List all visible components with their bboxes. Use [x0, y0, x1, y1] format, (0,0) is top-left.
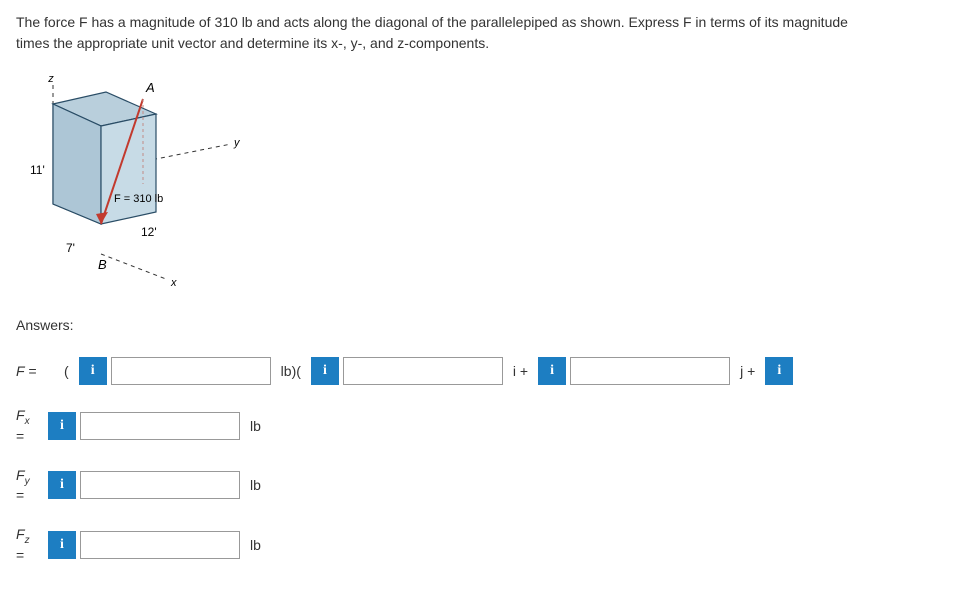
answers-heading: Answers:	[16, 317, 939, 333]
row-Fz: Fz = i lb	[16, 526, 939, 564]
width-label: 7'	[66, 241, 75, 255]
A-label: A	[145, 80, 155, 95]
info-icon[interactable]: i	[48, 412, 76, 440]
info-icon[interactable]: i	[538, 357, 566, 385]
input-Fx[interactable]	[80, 412, 240, 440]
diagram-svg: z y x A B 11' 7' 12' F = 310 lb	[16, 74, 246, 294]
z-axis-label: z	[47, 74, 54, 85]
problem-line2: times the appropriate unit vector and de…	[16, 35, 489, 51]
row-Fy: Fy = i lb	[16, 467, 939, 505]
info-icon[interactable]: i	[48, 531, 76, 559]
unit-lb: lb	[244, 477, 267, 493]
unit-lb: lb	[244, 537, 267, 553]
height-label: 11'	[30, 163, 45, 177]
problem-statement: The force F has a magnitude of 310 lb an…	[16, 12, 939, 54]
row-Fx: Fx = i lb	[16, 407, 939, 445]
open-paren: (	[58, 363, 75, 379]
input-F-magnitude[interactable]	[111, 357, 271, 385]
input-Fz[interactable]	[80, 531, 240, 559]
lb-paren: lb)(	[275, 363, 307, 379]
parallelepiped-diagram: z y x A B 11' 7' 12' F = 310 lb	[16, 74, 939, 297]
info-icon[interactable]: i	[48, 471, 76, 499]
input-F-i[interactable]	[343, 357, 503, 385]
label-Fz: Fz =	[16, 526, 44, 564]
input-Fy[interactable]	[80, 471, 240, 499]
info-icon[interactable]: i	[79, 357, 107, 385]
label-Fy: Fy =	[16, 467, 44, 505]
force-label: F = 310 lb	[114, 193, 163, 205]
row-F: F = ( i lb)( i i + i j + i	[16, 357, 939, 385]
x-axis-label: x	[170, 277, 177, 289]
label-F: F =	[16, 363, 54, 379]
info-icon[interactable]: i	[311, 357, 339, 385]
unit-lb: lb	[244, 418, 267, 434]
info-icon[interactable]: i	[765, 357, 793, 385]
B-label: B	[98, 257, 107, 272]
problem-line1: The force F has a magnitude of 310 lb an…	[16, 14, 848, 30]
j-plus: j +	[734, 363, 761, 379]
input-F-j[interactable]	[570, 357, 730, 385]
y-axis-label: y	[233, 137, 241, 149]
depth-label: 12'	[141, 225, 157, 239]
label-Fx: Fx =	[16, 407, 44, 445]
i-plus: i +	[507, 363, 534, 379]
